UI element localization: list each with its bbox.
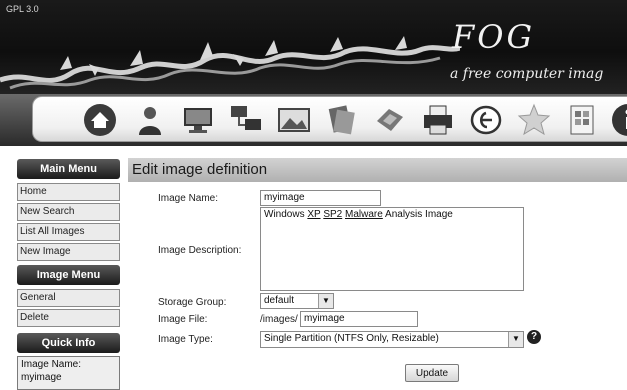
report-icon[interactable] [565,103,599,137]
printer-icon[interactable] [421,103,455,137]
quick-info-label: Image Name: [21,359,82,370]
sidebar: Main Menu Home New Search List All Image… [17,159,120,390]
update-button[interactable]: Update [405,364,459,382]
license-version: GPL 3.0 [6,4,39,14]
snapin-icon[interactable] [373,103,407,137]
desc-part-xp: XP [307,209,321,220]
quick-info-box: Image Name: myimage [17,356,120,390]
menu-item-new-search[interactable]: New Search [17,203,120,221]
image-name-label: Image Name: [158,193,219,204]
users-icon[interactable] [133,103,167,137]
main-menu-header: Main Menu [17,159,120,179]
image-type-value: Single Partition (NTFS Only, Resizable) [264,333,439,344]
info-icon[interactable] [611,103,627,137]
image-name-input[interactable]: myimage [260,190,381,206]
quick-info-header: Quick Info [17,333,120,353]
chevron-down-icon: ▼ [318,294,333,308]
fog-tagline: a free computer imag [450,66,604,82]
desc-part: Windows [264,209,308,220]
menu-item-delete[interactable]: Delete [17,309,120,327]
header-banner: GPL 3.0 FOG a free computer imag [0,0,627,94]
help-icon[interactable]: ? [527,330,541,344]
quick-info-value: myimage [21,372,62,383]
vine-artwork [0,36,460,90]
menu-item-new-image[interactable]: New Image [17,243,120,261]
menu-item-general[interactable]: General [17,289,120,307]
main-toolbar [0,94,627,146]
fog-logo: FOG [452,18,535,56]
page-title: Edit image definition [128,158,627,182]
image-description-textarea[interactable]: Windows XP SP2 Malware Analysis Image [260,207,524,291]
plugin-icon[interactable] [517,103,551,137]
service-icon[interactable] [469,103,503,137]
desc-part: Analysis Image [382,209,453,220]
image-menu-header: Image Menu [17,265,120,285]
desc-part-malware: Malware [345,209,383,220]
home-icon[interactable] [83,103,117,137]
image-file-prefix: /images/ [260,314,298,325]
storage-group-label: Storage Group: [158,297,227,308]
storage-icon[interactable] [325,103,359,137]
storage-group-value: default [264,295,295,306]
toolbar-strip [32,96,627,142]
image-type-select[interactable]: Single Partition (NTFS Only, Resizable) … [260,331,524,348]
image-file-label: Image File: [158,314,208,325]
image-description-label: Image Description: [158,245,242,256]
menu-item-list-all-images[interactable]: List All Images [17,223,120,241]
image-icon[interactable] [277,103,311,137]
chevron-down-icon: ▼ [508,332,523,347]
computer-icon[interactable] [181,103,215,137]
storage-group-select[interactable]: default ▼ [260,293,334,309]
image-type-label: Image Type: [158,334,213,345]
network-icon[interactable] [229,103,263,137]
desc-part-sp2: SP2 [323,209,343,220]
image-file-input[interactable]: myimage [300,311,418,327]
menu-item-home[interactable]: Home [17,183,120,201]
